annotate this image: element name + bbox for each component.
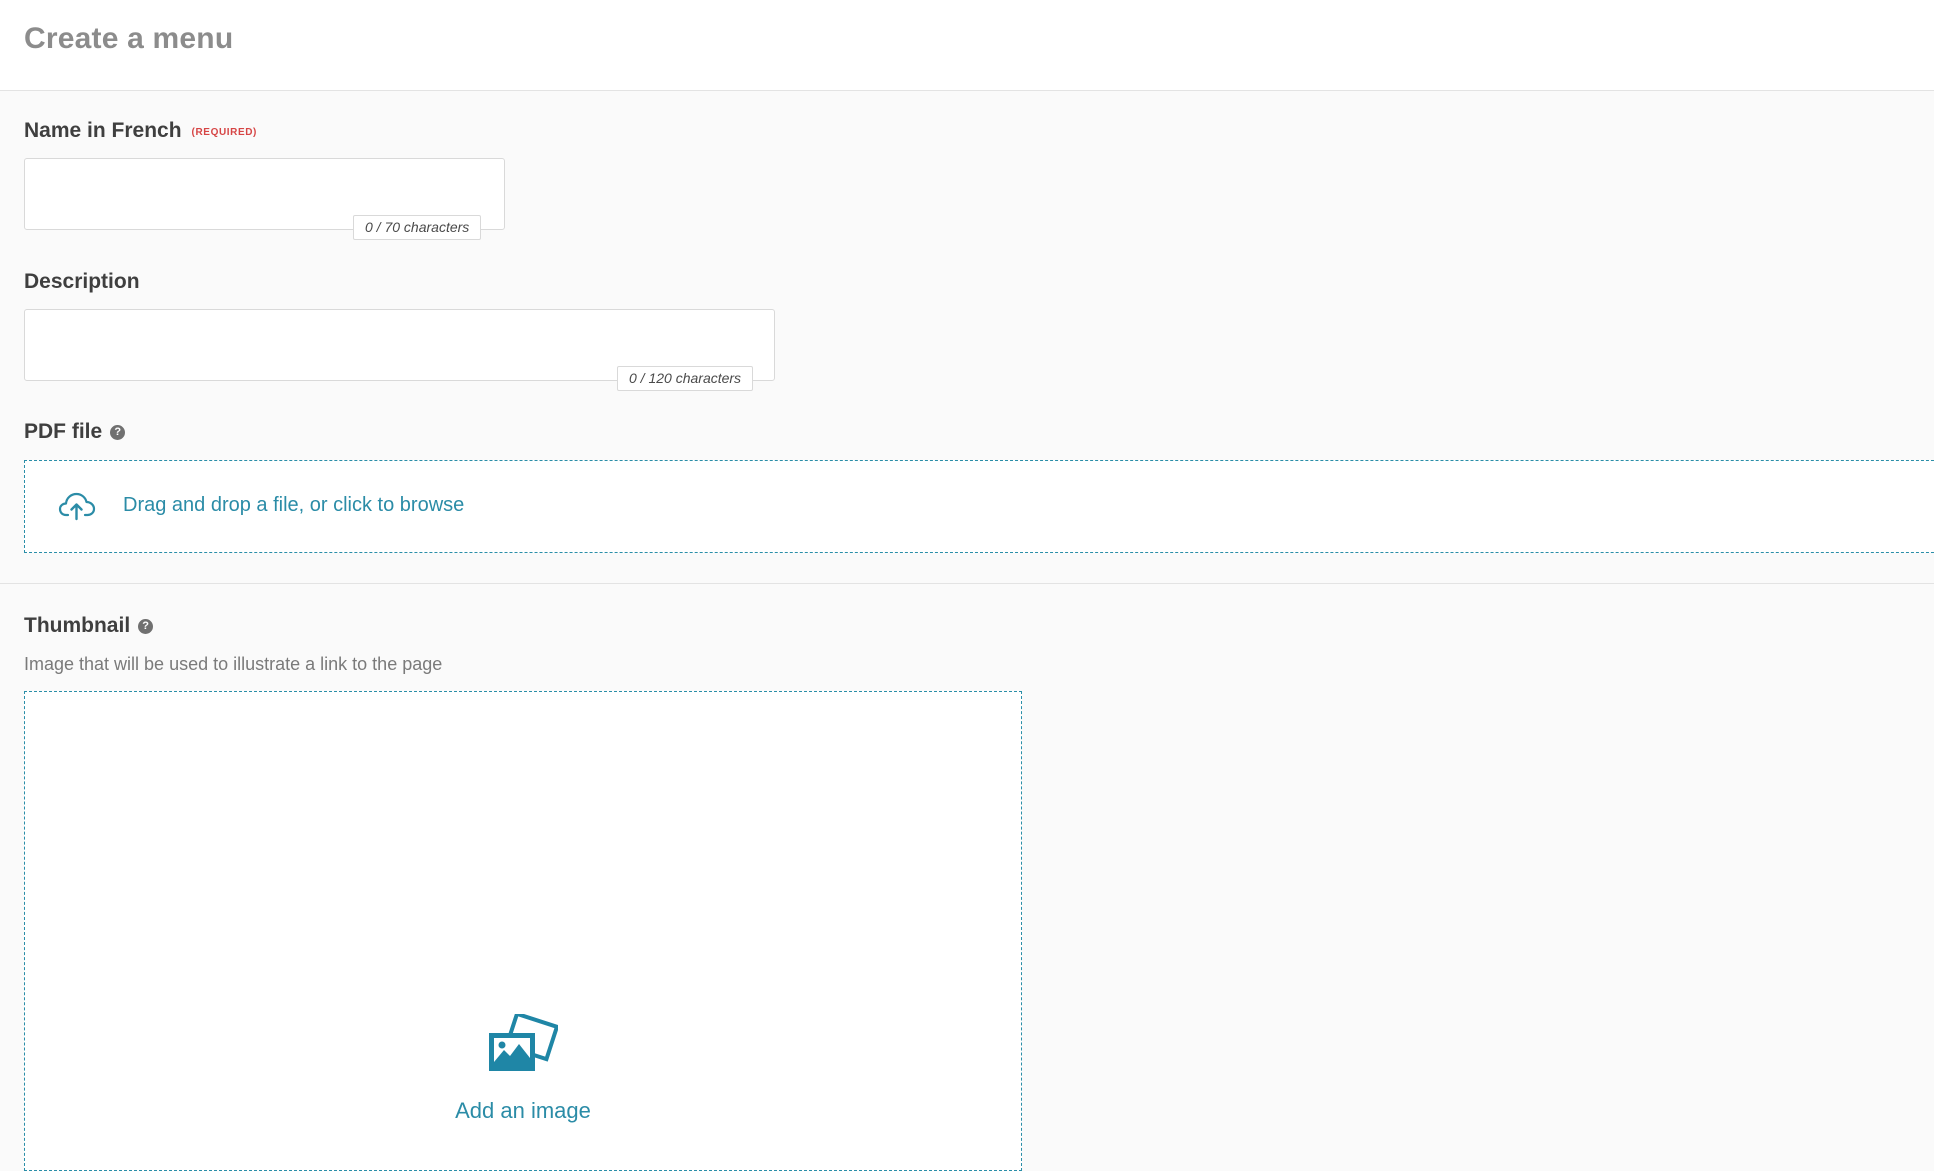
page-title: Create a menu	[24, 22, 234, 55]
thumbnail-hint: Image that will be used to illustrate a …	[24, 654, 443, 674]
question-mark-icon[interactable]: ?	[110, 425, 126, 440]
pdf-dropzone-text[interactable]: Drag and drop a file, or click to browse	[123, 494, 464, 517]
thumbnail-label-text: Thumbnail	[24, 614, 131, 637]
required-badge: (REQUIRED)	[191, 127, 257, 138]
description-field-label: Description	[24, 270, 140, 293]
pdf-label-text: PDF file	[24, 420, 103, 443]
images-icon	[489, 1014, 558, 1071]
section-divider	[0, 583, 1934, 584]
question-mark-icon[interactable]: ?	[138, 619, 154, 634]
description-character-counter: 0 / 120 characters	[617, 366, 754, 391]
name-label-text: Name in French	[24, 119, 182, 142]
name-field-label: Name in French (REQUIRED)	[24, 119, 257, 143]
pdf-dropzone[interactable]: Drag and drop a file, or click to browse	[24, 460, 1934, 553]
page-header: Create a menu	[0, 0, 1934, 91]
add-image-label[interactable]: Add an image	[25, 1098, 1021, 1124]
cloud-upload-icon	[58, 492, 96, 521]
thumbnail-dropzone[interactable]: Add an image	[24, 691, 1022, 1171]
thumbnail-field-label: Thumbnail?	[24, 614, 154, 638]
pdf-field-label: PDF file?	[24, 420, 126, 444]
name-character-counter: 0 / 70 characters	[353, 215, 482, 240]
